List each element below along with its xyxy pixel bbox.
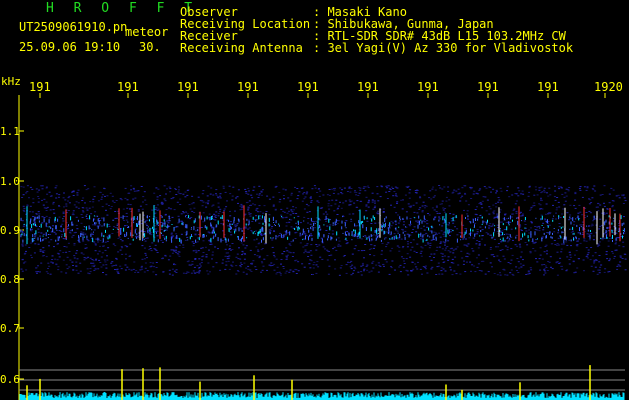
noise-band (20, 185, 627, 276)
amplitude-trace (19, 392, 625, 400)
spectrogram-plot (18, 93, 627, 400)
